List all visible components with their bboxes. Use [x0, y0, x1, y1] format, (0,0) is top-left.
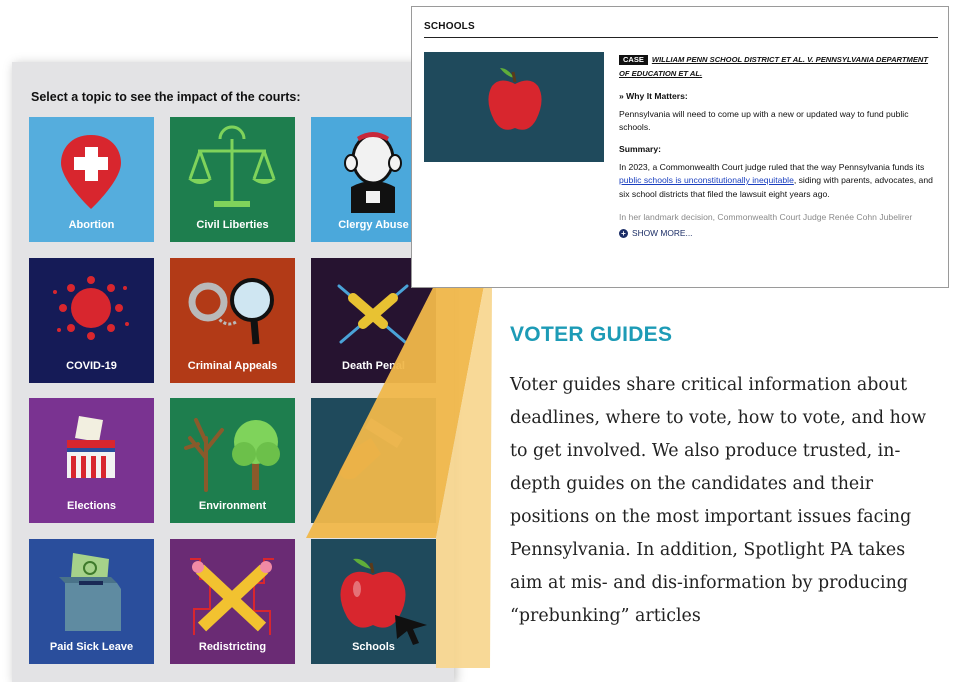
tile-label: Paid Sick Leave: [49, 641, 134, 653]
tile-label: Death Penal: [342, 360, 405, 372]
voter-guides-title: VOTER GUIDES: [510, 323, 673, 346]
tile-label: Civil Liberties: [196, 219, 269, 231]
topic-tile-criminal-appeals[interactable]: Criminal Appeals: [170, 258, 295, 383]
summary-link[interactable]: public schools is unconstitutionally ine…: [619, 175, 794, 185]
topic-tile-schools[interactable]: Schools: [311, 539, 436, 664]
why-text: Pennsylvania will need to come up with a…: [619, 108, 909, 133]
card-body: CASE WILLIAM PENN SCHOOL DISTRICT ET AL. …: [619, 53, 937, 241]
tile-label: Criminal Appeals: [187, 360, 278, 372]
topic-tile-covid-19[interactable]: COVID-19: [29, 258, 154, 383]
topic-tile-guns[interactable]: [311, 398, 436, 523]
card-heading: SCHOOLS: [424, 21, 475, 32]
panel-title: Select a topic to see the impact of the …: [31, 90, 301, 104]
voter-guides-text: Voter guides share critical information …: [510, 375, 927, 626]
tile-label: Redistricting: [198, 641, 267, 653]
cursor-arrow-icon: [395, 615, 427, 645]
case-title-link[interactable]: WILLIAM PENN SCHOOL DISTRICT ET AL. V. P…: [619, 55, 928, 78]
topic-tile-abortion[interactable]: Abortion: [29, 117, 154, 242]
tile-label: Environment: [198, 500, 267, 512]
summary-text: In 2023, a Commonwealth Court judge rule…: [619, 161, 933, 199]
summary-heading: Summary:: [619, 143, 662, 154]
gun-icon: [311, 398, 436, 523]
show-more-label: SHOW MORE...: [632, 227, 693, 238]
tile-label: Abortion: [68, 219, 115, 231]
show-more-button[interactable]: + SHOW MORE...: [619, 227, 937, 241]
topic-tile-elections[interactable]: Elections: [29, 398, 154, 523]
faded-text: In her landmark decision, Commonwealth C…: [619, 212, 913, 223]
tile-label: Elections: [67, 500, 116, 512]
schools-image: [424, 52, 604, 162]
topic-tile-paid-sick-leave[interactable]: Paid Sick Leave: [29, 539, 154, 664]
case-tag: CASE: [619, 55, 648, 65]
topic-tile-environment[interactable]: Environment: [170, 398, 295, 523]
apple-icon: [424, 52, 604, 162]
plus-circle-icon: +: [619, 229, 628, 239]
topic-tile-civil-liberties[interactable]: Civil Liberties: [170, 117, 295, 242]
why-heading: » Why It Matters:: [619, 91, 688, 102]
topic-tile-redistricting[interactable]: Redistricting: [170, 539, 295, 664]
schools-card: SCHOOLS CASE WILLIAM PENN SCHOOL DISTRICT…: [411, 6, 949, 288]
topic-panel: Select a topic to see the impact of the …: [12, 62, 454, 682]
divider: [424, 37, 938, 38]
tile-label: COVID-19: [66, 360, 117, 372]
